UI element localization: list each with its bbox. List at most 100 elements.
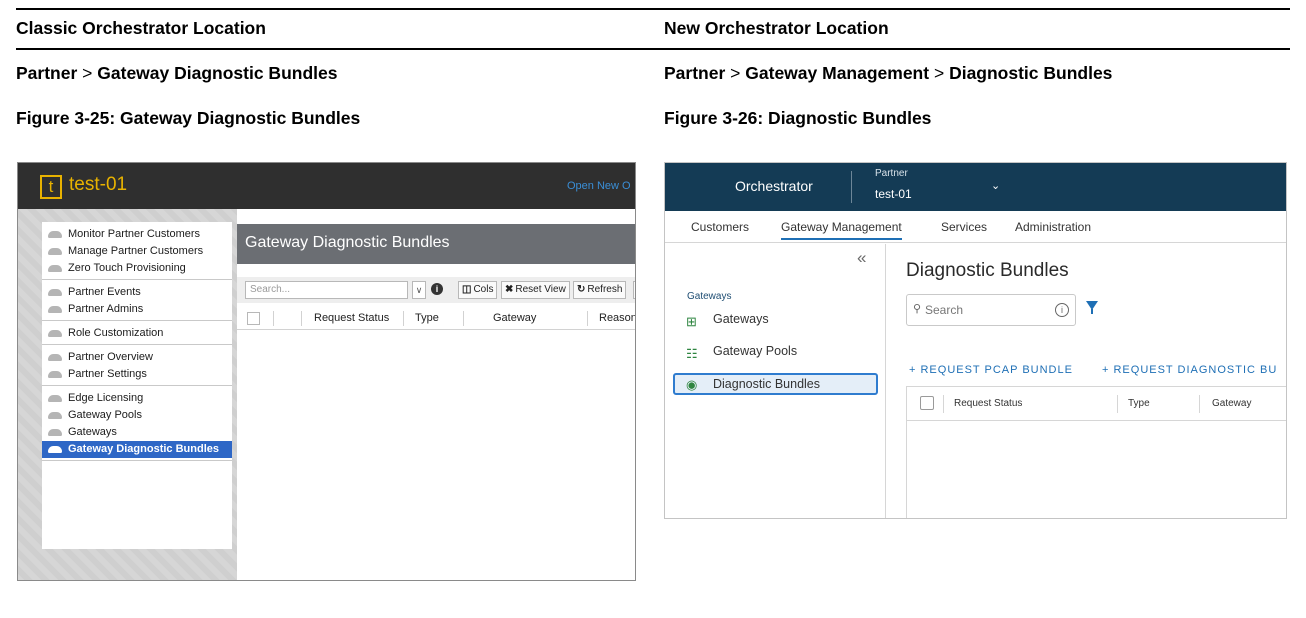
sidebar-item-role-customization[interactable]: Role Customization — [42, 325, 232, 342]
cloud-icon — [48, 446, 62, 453]
cloud-icon — [48, 306, 62, 313]
column-header-type[interactable]: Type — [415, 312, 439, 324]
nav-group: Partner Overview Partner Settings — [42, 345, 232, 386]
new-sidebar: « Gateways ⊞ Gateways ☷ Gateway Pools ◉ … — [665, 244, 886, 518]
path-segment: Gateway Diagnostic Bundles — [97, 63, 338, 83]
select-all-checkbox[interactable] — [247, 312, 260, 325]
request-diagnostic-bundle-button[interactable]: + REQUEST DIAGNOSTIC BU — [1102, 364, 1277, 376]
sidebar-item-label: Gateway Pools — [68, 409, 142, 421]
column-header-gateway[interactable]: Gateway — [493, 312, 536, 324]
cloud-icon — [48, 231, 62, 238]
context-selector[interactable]: test-01 — [875, 187, 912, 201]
open-new-orchestrator-link[interactable]: Open New O — [567, 180, 631, 192]
chevron-down-icon[interactable]: ∨ — [412, 281, 426, 299]
gateway-icon: ⊞ — [686, 314, 697, 329]
tab-administration[interactable]: Administration — [1015, 220, 1091, 234]
classic-top-bar: t test-01 Open New O — [18, 163, 635, 209]
toolbar-overflow-button[interactable] — [633, 281, 635, 299]
column-divider — [463, 311, 464, 326]
filter-icon[interactable] — [1086, 301, 1098, 314]
path-separator: > — [730, 63, 741, 83]
sidebar-item-partner-settings[interactable]: Partner Settings — [42, 366, 232, 383]
sidebar-item-label: Manage Partner Customers — [68, 245, 204, 257]
sidebar-item-gateway-pools[interactable]: Gateway Pools — [42, 407, 232, 424]
sidebar-item-partner-admins[interactable]: Partner Admins — [42, 301, 232, 318]
tab-customers[interactable]: Customers — [691, 220, 749, 234]
logo-icon: t — [40, 175, 62, 199]
nav-group: Monitor Partner Customers Manage Partner … — [42, 222, 232, 280]
sidebar-item-gateway-pools[interactable]: ☷ Gateway Pools — [673, 341, 878, 363]
table-header-rule — [16, 48, 1290, 50]
new-orchestrator-screenshot: Orchestrator Partner test-01 ⌄ Customers… — [664, 162, 1287, 519]
search-input[interactable]: Search... — [245, 281, 408, 299]
nav-group: Role Customization — [42, 321, 232, 345]
path-separator: > — [933, 63, 945, 83]
nav-group: Edge Licensing Gateway Pools Gateways Gatew… — [42, 386, 232, 461]
chevron-down-icon[interactable]: ⌄ — [991, 179, 1000, 192]
figure-caption-new: Figure 3-26: Diagnostic Bundles — [664, 108, 932, 128]
column-divider — [943, 395, 944, 413]
sidebar-item-diagnostic-bundles[interactable]: ◉ Diagnostic Bundles — [673, 373, 878, 395]
table-top-rule — [16, 8, 1290, 10]
sidebar-section-heading: Gateways — [687, 291, 732, 302]
cloud-icon — [48, 265, 62, 272]
package-icon: ◉ — [686, 377, 698, 392]
page-title: Gateway Diagnostic Bundles — [245, 234, 450, 251]
column-header-reason[interactable]: Reason — [599, 312, 635, 324]
sidebar-item-label: Partner Settings — [68, 368, 147, 380]
classic-orchestrator-screenshot: t test-01 Open New O Monitor Partner Cus… — [17, 162, 636, 581]
info-icon[interactable]: i — [431, 283, 443, 295]
select-all-checkbox[interactable] — [920, 396, 934, 410]
content-title-bar: Gateway Diagnostic Bundles — [237, 224, 635, 264]
column-divider — [1199, 395, 1200, 413]
column-divider — [587, 311, 588, 326]
classic-content: Gateway Diagnostic Bundles Search... ∨ i… — [237, 209, 635, 580]
column-header-request-status[interactable]: Request Status — [954, 398, 1022, 409]
divider — [851, 171, 852, 203]
cols-button[interactable]: ◫ Cols — [458, 281, 498, 299]
nav-group: Partner Events Partner Admins — [42, 280, 232, 321]
column-divider — [403, 311, 404, 326]
request-pcap-bundle-button[interactable]: + REQUEST PCAP BUNDLE — [909, 364, 1073, 376]
sidebar-item-gateways[interactable]: Gateways — [42, 424, 232, 441]
search-input[interactable]: ⚲ Search i — [906, 294, 1076, 326]
sidebar-item-manage-partner-customers[interactable]: Manage Partner Customers — [42, 243, 232, 260]
cloud-icon — [48, 429, 62, 436]
refresh-icon: ↻ — [577, 284, 586, 295]
sidebar-item-label: Zero Touch Provisioning — [68, 262, 186, 274]
grid-header: Request Status Type Gateway Reason — [237, 308, 635, 330]
sidebar-item-label: Partner Admins — [68, 303, 144, 315]
path-separator: > — [82, 63, 93, 83]
sidebar-item-label: Gateways — [68, 426, 117, 438]
collapse-sidebar-icon[interactable]: « — [857, 248, 866, 268]
cloud-icon — [48, 412, 62, 419]
column-divider — [301, 311, 302, 326]
info-icon[interactable]: i — [1055, 303, 1069, 317]
path-segment: Diagnostic Bundles — [949, 63, 1113, 83]
sidebar-item-partner-overview[interactable]: Partner Overview — [42, 349, 232, 366]
tab-gateway-management[interactable]: Gateway Management — [781, 220, 902, 240]
sidebar-item-gateway-diagnostic-bundles[interactable]: Gateway Diagnostic Bundles — [42, 441, 232, 458]
network-icon: ☷ — [686, 346, 698, 361]
reset-view-button[interactable]: ✖ Reset View — [501, 281, 570, 299]
column-header-gateway[interactable]: Gateway — [1212, 398, 1251, 409]
sidebar-item-edge-licensing[interactable]: Edge Licensing — [42, 390, 232, 407]
tab-services[interactable]: Services — [941, 220, 987, 234]
sidebar-item-partner-events[interactable]: Partner Events — [42, 284, 232, 301]
cloud-icon — [48, 248, 62, 255]
column-header-request-status[interactable]: Request Status — [314, 312, 389, 324]
column-header-type[interactable]: Type — [1128, 398, 1150, 409]
sidebar-item-label: Monitor Partner Customers — [68, 228, 201, 240]
brand-title: Orchestrator — [735, 178, 813, 194]
search-placeholder: Search — [925, 303, 964, 317]
sidebar-item-label: Edge Licensing — [68, 392, 144, 404]
sidebar-item-zero-touch-provisioning[interactable]: Zero Touch Provisioning — [42, 260, 232, 277]
sidebar-item-monitor-partner-customers[interactable]: Monitor Partner Customers — [42, 226, 232, 243]
close-icon: ✖ — [505, 284, 514, 295]
search-icon: ⚲ — [913, 303, 922, 315]
cloud-icon — [48, 289, 62, 296]
refresh-button[interactable]: ↻ Refresh — [573, 281, 627, 299]
sidebar-item-gateways[interactable]: ⊞ Gateways — [673, 309, 878, 331]
context-label: Partner — [875, 168, 908, 179]
sidebar-item-label: Partner Overview — [68, 351, 153, 363]
